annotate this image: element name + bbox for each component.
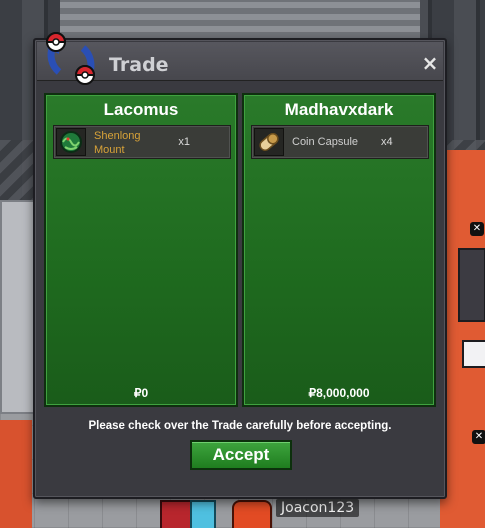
trade-window: Trade × Lacomus Shenlong Mount x1 ₽0 Mad… xyxy=(33,32,447,499)
close-icon[interactable]: × xyxy=(421,53,439,73)
pokeball-exchange-icon xyxy=(45,32,96,85)
player-name-label: Joacon123 xyxy=(276,499,360,517)
trade-item-row[interactable]: Coin Capsule x4 xyxy=(251,125,429,159)
right-player-name: Madhavxdark xyxy=(284,100,394,119)
item-name-line1: Shenlong xyxy=(94,130,141,142)
window-title: Trade xyxy=(109,54,169,76)
item-quantity: x4 xyxy=(381,136,393,148)
item-slot xyxy=(56,128,86,156)
left-money: ₽0 xyxy=(133,386,149,400)
npc-tag-icon: ✕ xyxy=(472,430,485,444)
npc-character[interactable] xyxy=(462,340,485,368)
item-quantity: x1 xyxy=(178,136,190,148)
item-slot xyxy=(254,128,284,156)
item-name: Shenlong Mount xyxy=(94,129,178,157)
left-player-name: Lacomus xyxy=(103,100,179,119)
trade-notice: Please check over the Trade carefully be… xyxy=(88,420,392,432)
npc-character[interactable] xyxy=(458,248,485,322)
left-trade-panel: Lacomus Shenlong Mount x1 ₽0 xyxy=(44,93,238,407)
pet-sprite[interactable] xyxy=(190,500,216,528)
accept-button[interactable]: Accept xyxy=(190,440,292,470)
trade-item-row[interactable]: Shenlong Mount x1 xyxy=(53,125,231,159)
shenlong-dragon-icon xyxy=(60,131,82,153)
charmander-sprite[interactable] xyxy=(232,500,272,528)
right-trade-panel: Madhavxdark Coin Capsule x4 ₽8,000,000 xyxy=(242,93,436,407)
red-carpet-left xyxy=(0,420,32,528)
right-money: ₽8,000,000 xyxy=(308,386,370,400)
player-sprite[interactable] xyxy=(160,500,192,528)
npc-tag-icon: ✕ xyxy=(470,222,484,236)
item-name-line2: Mount xyxy=(94,144,125,156)
coin-capsule-icon xyxy=(259,133,279,151)
